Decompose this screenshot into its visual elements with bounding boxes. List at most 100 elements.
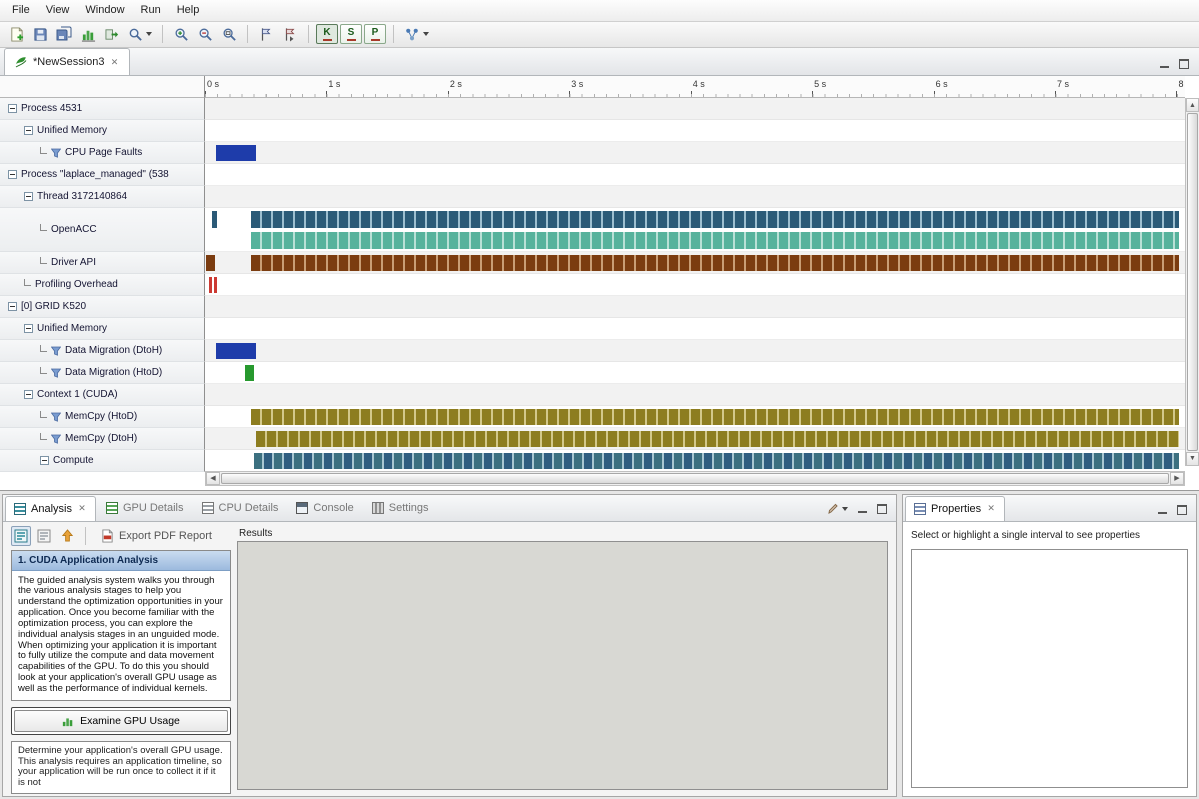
guided-analysis-icon[interactable]	[11, 526, 31, 546]
prev-marker-icon[interactable]	[255, 23, 277, 45]
row-label[interactable]: [0] GRID K520	[0, 296, 205, 318]
save-session-icon[interactable]	[29, 23, 51, 45]
new-session-icon[interactable]	[5, 23, 27, 45]
row-label-text: Data Migration (HtoD)	[65, 367, 162, 378]
row-label[interactable]: Process 4531	[0, 98, 205, 120]
maximize-icon[interactable]	[877, 504, 887, 514]
tab-cpu-details[interactable]: CPU Details	[194, 496, 287, 521]
zoom-fit-icon[interactable]	[218, 23, 240, 45]
kernel-filter-toggle[interactable]: K	[316, 24, 338, 44]
interval-bar[interactable]	[214, 277, 216, 293]
tab-settings[interactable]: Settings	[364, 496, 437, 521]
unguided-analysis-icon[interactable]	[34, 526, 54, 546]
collapse-icon[interactable]	[24, 192, 33, 201]
ruler-tick-label: 4 s	[693, 79, 705, 89]
filter-icon[interactable]	[51, 412, 61, 422]
filter-icon[interactable]	[51, 346, 61, 356]
row-label[interactable]: Driver API	[0, 252, 205, 274]
row-track	[205, 208, 1185, 252]
interval-bar[interactable]	[212, 211, 217, 228]
collapse-icon[interactable]	[8, 302, 17, 311]
interval-bar[interactable]	[245, 365, 254, 381]
next-marker-icon[interactable]	[279, 23, 301, 45]
row-label[interactable]: Data Migration (DtoH)	[0, 340, 205, 362]
filter-icon[interactable]	[51, 368, 61, 378]
interval-bar[interactable]	[251, 409, 1179, 425]
minimize-icon[interactable]	[857, 504, 868, 514]
collapse-icon[interactable]	[24, 390, 33, 399]
scroll-left-icon[interactable]: ◀	[206, 472, 220, 485]
vertical-scroll-thumb[interactable]	[1187, 113, 1198, 450]
row-label[interactable]: Data Migration (HtoD)	[0, 362, 205, 384]
ruler-tick-label: 7 s	[1057, 79, 1069, 89]
process-filter-toggle[interactable]: P	[364, 24, 386, 44]
horizontal-scrollbar[interactable]: ◀ ▶	[205, 471, 1185, 486]
minimize-icon[interactable]	[1157, 505, 1168, 515]
row-label[interactable]: Thread 3172140864	[0, 186, 205, 208]
timeline-ruler[interactable]: 0 s1 s2 s3 s4 s5 s6 s7 s8	[205, 76, 1185, 98]
interval-bar[interactable]	[206, 255, 215, 271]
interval-bar[interactable]	[251, 211, 1179, 228]
up-arrow-icon[interactable]	[57, 526, 77, 546]
interval-bar[interactable]	[251, 255, 1179, 271]
interval-bar[interactable]	[254, 453, 1179, 469]
filter-icon[interactable]	[51, 148, 61, 158]
session-tab[interactable]: *NewSession3	[4, 48, 130, 75]
interval-bar[interactable]	[251, 232, 1179, 249]
view-window-buttons	[1159, 59, 1199, 75]
menu-run[interactable]: Run	[133, 1, 169, 19]
filter-icon[interactable]	[51, 434, 61, 444]
minimize-icon[interactable]	[1159, 59, 1170, 69]
view-menu-icon[interactable]	[827, 503, 848, 515]
close-icon[interactable]	[77, 504, 87, 514]
zoom-in-icon[interactable]	[170, 23, 192, 45]
row-label[interactable]: Unified Memory	[0, 318, 205, 340]
menu-help[interactable]: Help	[169, 1, 208, 19]
row-label[interactable]: MemCpy (DtoH)	[0, 428, 205, 450]
tab-console[interactable]: Console	[288, 496, 361, 521]
profile-chart-icon[interactable]	[77, 23, 99, 45]
tab-gpu-details[interactable]: GPU Details	[98, 496, 192, 521]
scroll-down-icon[interactable]: ▼	[1186, 452, 1199, 466]
export-pdf-button[interactable]: Export PDF Report	[94, 526, 219, 546]
row-label[interactable]: Profiling Overhead	[0, 274, 205, 296]
interval-bar[interactable]	[216, 343, 256, 359]
row-label[interactable]: Context 1 (CUDA)	[0, 384, 205, 406]
interval-bar[interactable]	[209, 277, 211, 293]
close-icon[interactable]	[986, 504, 996, 514]
close-icon[interactable]	[110, 57, 120, 67]
collapse-icon[interactable]	[8, 170, 17, 179]
save-all-icon[interactable]	[53, 23, 75, 45]
row-track	[205, 340, 1185, 362]
export-icon[interactable]	[101, 23, 123, 45]
maximize-icon[interactable]	[1177, 505, 1187, 515]
menu-file[interactable]: File	[4, 1, 38, 19]
menu-window[interactable]: Window	[77, 1, 132, 19]
row-label[interactable]: Process "laplace_managed" (538	[0, 164, 205, 186]
row-label[interactable]: MemCpy (HtoD)	[0, 406, 205, 428]
horizontal-scroll-thumb[interactable]	[221, 473, 1169, 484]
interval-bar[interactable]	[256, 431, 1179, 447]
tab-properties[interactable]: Properties	[905, 496, 1005, 521]
vertical-scrollbar[interactable]: ▲ ▼	[1185, 98, 1199, 465]
row-label-text: CPU Page Faults	[65, 147, 142, 158]
row-label[interactable]: CPU Page Faults	[0, 142, 205, 164]
scroll-right-icon[interactable]: ▶	[1170, 472, 1184, 485]
stream-filter-toggle[interactable]: S	[340, 24, 362, 44]
collapse-icon[interactable]	[24, 324, 33, 333]
row-label[interactable]: Unified Memory	[0, 120, 205, 142]
row-label[interactable]: OpenACC	[0, 208, 205, 252]
scroll-up-icon[interactable]: ▲	[1186, 98, 1199, 112]
collapse-icon[interactable]	[24, 126, 33, 135]
examine-gpu-usage-button[interactable]: Examine GPU Usage	[14, 710, 228, 732]
search-icon[interactable]	[125, 23, 155, 45]
zoom-out-icon[interactable]	[194, 23, 216, 45]
row-label[interactable]: Compute	[0, 450, 205, 472]
collapse-icon[interactable]	[8, 104, 17, 113]
analysis-menu-icon[interactable]	[401, 23, 432, 45]
collapse-icon[interactable]	[40, 456, 49, 465]
menu-view[interactable]: View	[38, 1, 78, 19]
interval-bar[interactable]	[216, 145, 256, 161]
tab-analysis[interactable]: Analysis	[5, 496, 96, 521]
maximize-icon[interactable]	[1179, 59, 1189, 69]
